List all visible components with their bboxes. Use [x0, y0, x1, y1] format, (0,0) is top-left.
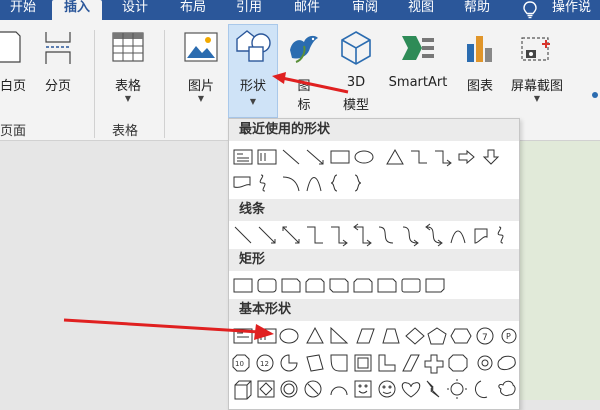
- rectangles-header: 矩形: [229, 249, 519, 271]
- pages-group-label: 页面: [0, 124, 27, 139]
- screenshot-icon: [521, 37, 550, 61]
- picture-icon: [184, 32, 218, 62]
- document-page: [520, 141, 600, 400]
- smartart-button[interactable]: SmartArt: [384, 30, 452, 110]
- recent-shapes-row: [231, 147, 517, 192]
- rectangles-gallery[interactable]: [231, 275, 517, 297]
- recent-shapes-gallery[interactable]: [231, 147, 517, 199]
- cube-3d-icon: [341, 31, 371, 65]
- screenshot-button[interactable]: 屏幕截图 ▼: [504, 30, 570, 110]
- annotation-arrow-basic-shapes: [63, 318, 274, 340]
- tab-help[interactable]: 帮助: [452, 0, 502, 20]
- chevron-down-icon: ▼: [124, 94, 132, 103]
- tab-design[interactable]: 设计: [108, 0, 162, 20]
- svg-text:12: 12: [260, 360, 269, 368]
- icons-bird-icon: [290, 35, 318, 63]
- page-break-icon: [45, 32, 71, 64]
- tables-group-label: 表格: [112, 124, 139, 139]
- tab-review[interactable]: 审阅: [340, 0, 390, 20]
- tab-home[interactable]: 开始: [0, 0, 46, 20]
- tab-mailings[interactable]: 邮件: [282, 0, 332, 20]
- svg-text:7: 7: [482, 333, 488, 343]
- shapes-dropdown: 最近使用的形状 线条 矩形 基本形状 7 P 10 12: [228, 118, 520, 410]
- svg-text:P: P: [506, 332, 511, 341]
- lines-header: 线条: [229, 199, 519, 221]
- lines-row: [231, 223, 517, 247]
- tab-tell-me[interactable]: 操作说: [552, 0, 600, 20]
- chevron-down-icon: ▼: [533, 94, 541, 103]
- annotation-arrow-shapes: [272, 72, 349, 94]
- rectangles-row: [231, 275, 517, 299]
- table-grid-icon: [112, 32, 144, 62]
- svg-text:10: 10: [235, 360, 244, 368]
- group-separator: [94, 30, 95, 138]
- chart-button[interactable]: 图表: [460, 30, 500, 110]
- ribbon-overflow-dot: [592, 92, 598, 98]
- ribbon-tab-bar: 开始 插入 设计 布局 引用 邮件 审阅 视图 帮助 操作说: [0, 0, 600, 20]
- recent-shapes-header: 最近使用的形状: [229, 119, 519, 141]
- lines-gallery[interactable]: [231, 223, 517, 247]
- tab-insert[interactable]: 插入: [52, 0, 102, 20]
- picture-button[interactable]: 图片 ▼: [178, 30, 224, 110]
- shapes-icon: [236, 30, 271, 62]
- lightbulb-icon[interactable]: [522, 1, 538, 19]
- tab-references[interactable]: 引用: [224, 0, 274, 20]
- smartart-icon: [402, 36, 434, 60]
- tab-view[interactable]: 视图: [396, 0, 446, 20]
- blank-page-button[interactable]: 白页: [0, 30, 32, 110]
- blank-page-icon: [0, 31, 21, 63]
- table-button[interactable]: 表格 ▼: [104, 30, 152, 110]
- bar-chart-icon: [467, 36, 492, 62]
- tab-layout[interactable]: 布局: [168, 0, 218, 20]
- chevron-down-icon: ▼: [197, 94, 205, 103]
- group-separator: [164, 30, 165, 138]
- page-break-button[interactable]: 分页: [38, 30, 78, 110]
